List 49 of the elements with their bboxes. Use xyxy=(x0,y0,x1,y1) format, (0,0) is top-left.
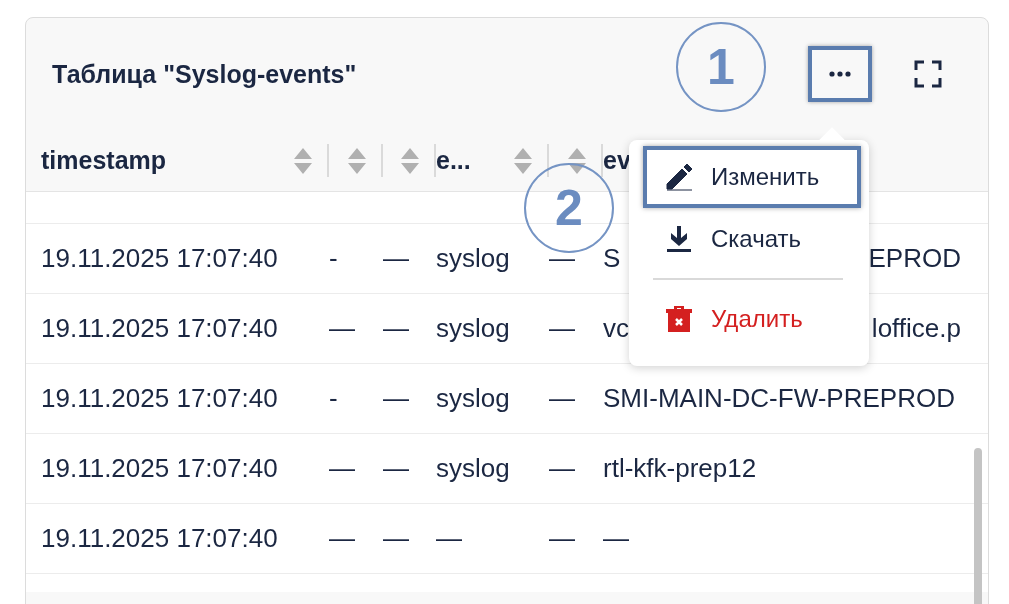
sort-icon[interactable] xyxy=(293,146,313,175)
table-cell: — xyxy=(549,383,575,414)
sort-icon[interactable] xyxy=(347,146,367,175)
table-cell: — xyxy=(383,313,409,344)
table-cell: — xyxy=(383,523,409,554)
column-header[interactable]: timestamp xyxy=(41,146,293,175)
scrollbar[interactable] xyxy=(974,448,982,604)
table-cell: rtl-kfk-prep12 xyxy=(603,453,757,484)
column-header[interactable]: e... xyxy=(436,146,513,175)
table-cell: syslog xyxy=(436,313,510,344)
trash-icon xyxy=(665,305,693,333)
sort-icon[interactable] xyxy=(567,146,587,175)
table-cell: syslog xyxy=(436,383,510,414)
table-cell: — xyxy=(549,313,575,344)
table-cell: vc xyxy=(603,313,629,344)
table-cell: 19.11.2025 17:07:40 xyxy=(41,383,278,414)
sort-icon[interactable] xyxy=(513,146,533,175)
table-cell: — xyxy=(436,523,462,554)
menu-item[interactable]: Удалить xyxy=(643,288,861,350)
table-cell: — xyxy=(549,523,575,554)
fullscreen-icon[interactable] xyxy=(914,60,942,88)
table-cell: — xyxy=(603,523,629,554)
table-cell: — xyxy=(329,453,355,484)
table-cell: — xyxy=(383,243,409,274)
table-cell: — xyxy=(383,453,409,484)
table-cell: — xyxy=(549,453,575,484)
card-title: Таблица "Syslog-events" xyxy=(52,59,357,89)
table-cell: 19.11.2025 17:07:40 xyxy=(41,243,278,274)
table-cell: — xyxy=(329,313,355,344)
table-cell: — xyxy=(383,383,409,414)
table-cell: - xyxy=(329,243,338,274)
table-cell: SMI-MAIN-DC-FW-PREPROD xyxy=(603,383,955,414)
more-button[interactable] xyxy=(808,46,872,102)
sort-icon[interactable] xyxy=(400,146,420,175)
table-cell: 19.11.2025 17:07:40 xyxy=(41,453,278,484)
table-cell: - xyxy=(329,383,338,414)
callout-number: 1 xyxy=(676,22,766,112)
table-cell: 19.11.2025 17:07:40 xyxy=(41,313,278,344)
menu-item[interactable]: Изменить xyxy=(643,146,861,208)
more-icon xyxy=(829,71,851,77)
table-cell: syslog xyxy=(436,453,510,484)
table-cell: EPROD xyxy=(868,243,961,274)
table-cell: — xyxy=(329,523,355,554)
table-cell: loffice.p xyxy=(871,313,961,344)
menu-item[interactable]: Скачать xyxy=(643,208,861,270)
download-icon xyxy=(665,225,693,253)
table-cell: 19.11.2025 17:07:40 xyxy=(41,523,278,554)
table-cell: syslog xyxy=(436,243,510,274)
pencil-icon xyxy=(665,163,693,191)
